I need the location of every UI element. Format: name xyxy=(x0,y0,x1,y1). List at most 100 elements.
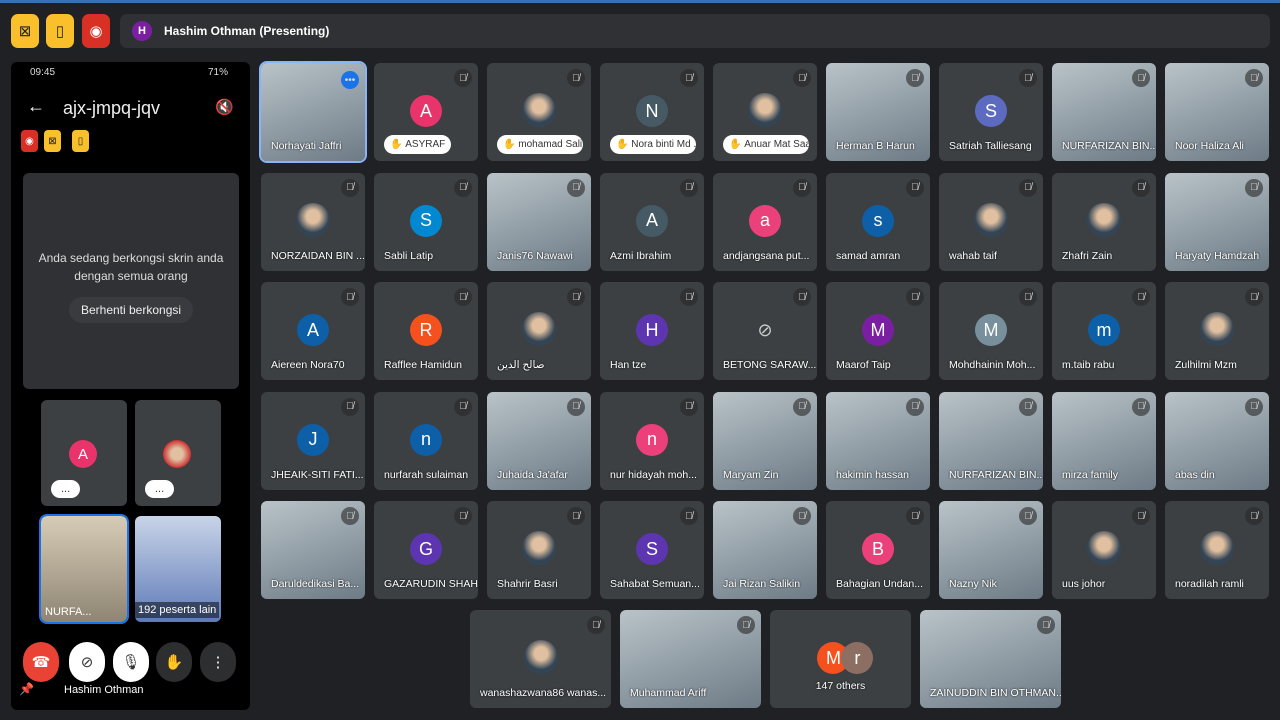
mic-off-icon: 🎙̸ xyxy=(1132,507,1150,525)
participant-tile[interactable]: 🎙̸ Herman B Harun xyxy=(826,63,930,161)
presenting-bar[interactable]: H Hashim Othman (Presenting) xyxy=(120,14,1270,48)
participant-tile[interactable]: 🎙̸ Jai Rizan Salikin xyxy=(713,501,817,599)
camera-off-icon: ⊘ xyxy=(757,319,773,340)
participant-name: Anuar Mat Saad xyxy=(744,139,809,150)
participant-name: Haryaty Hamdzah xyxy=(1175,249,1260,262)
participant-tile[interactable]: 🎙̸ Juhaida Ja'afar xyxy=(487,391,591,490)
avatar: R xyxy=(410,314,442,346)
participant-tile[interactable]: 🎙̸ Nazny Nik xyxy=(939,501,1043,599)
avatar xyxy=(163,440,191,468)
participant-tile[interactable]: 🎙̸ Haryaty Hamdzah xyxy=(1165,172,1269,271)
mic-off-icon: 🎙̸ xyxy=(1019,69,1037,87)
participant-tile[interactable]: H 🎙̸ Han tze xyxy=(600,282,704,380)
participant-name: ZAINUDDIN BIN OTHMAN... xyxy=(930,687,1061,699)
avatar: A xyxy=(69,440,97,468)
mic-off-icon: 🎙̸ xyxy=(1037,616,1055,634)
participant-tile[interactable]: A 🎙̸ Azmi Ibrahim xyxy=(600,172,704,271)
participant-tile[interactable]: s 🎙̸ samad amran xyxy=(826,172,930,271)
participant-name: Jai Rizan Salikin xyxy=(723,578,801,590)
participant-name: andjangsana put... xyxy=(723,249,810,262)
participant-tile[interactable]: n 🎙̸ nurfarah sulaiman xyxy=(374,391,478,490)
participant-tile[interactable]: 🎙̸ noradilah ramli xyxy=(1165,501,1269,599)
participant-tile[interactable]: S 🎙̸ Satriah Talliesang xyxy=(939,63,1043,161)
participant-tile[interactable]: a 🎙̸ andjangsana put... xyxy=(713,172,817,271)
participant-tile[interactable]: 🎙̸ Janis76 Nawawi xyxy=(487,172,591,271)
participant-tile[interactable]: ••• Norhayati Jaffri xyxy=(259,61,367,163)
participant-tile[interactable]: 🎙̸ NURFARIZAN BIN... xyxy=(939,391,1043,490)
participant-tile[interactable]: R 🎙̸ Rafflee Hamidun xyxy=(374,282,478,380)
participant-tile[interactable]: A 🎙̸ Aiereen Nora70 xyxy=(261,282,365,380)
participant-tile[interactable]: G 🎙̸ GAZARUDIN SHAH xyxy=(374,501,478,599)
tile-label: NURFA... xyxy=(45,606,92,618)
participant-name: wanashazwana86 wanas... xyxy=(480,687,607,699)
participant-name: Shahrir Basri xyxy=(497,578,558,590)
participant-name: mirza family xyxy=(1062,468,1119,481)
mic-off-icon: 🎙̸ xyxy=(1245,288,1263,306)
participant-name: Azmi Ibrahim xyxy=(610,249,672,262)
participant-tile[interactable]: N 🎙̸ ✋ Nora binti Md ... xyxy=(600,63,704,161)
participant-tile[interactable]: 🎙̸ uus johor xyxy=(1052,501,1156,599)
mic-off-icon: 🎙̸ xyxy=(680,178,698,197)
participant-tile[interactable]: 🎙̸ ✋ mohamad Sali... xyxy=(487,63,591,161)
participant-tile[interactable]: Mr 147 others xyxy=(770,610,911,708)
participant-tile[interactable]: J 🎙̸ JHEAIK-SITI FATI... xyxy=(261,391,365,490)
participant-tile[interactable]: S 🎙̸ Sabli Latip xyxy=(374,172,478,271)
participant-tile[interactable]: 🎙̸ Zulhilmi Mzm xyxy=(1165,282,1269,380)
participant-tile[interactable]: 🎙̸ ZAINUDDIN BIN OTHMAN... xyxy=(920,610,1061,708)
avatar: J xyxy=(297,423,329,456)
participant-tile[interactable]: 🎙̸ abas din xyxy=(1165,391,1269,490)
avatar xyxy=(522,531,556,565)
avatar: r xyxy=(841,642,874,674)
participant-tile[interactable]: 🎙̸ Zhafri Zain xyxy=(1052,172,1156,271)
participant-tile[interactable]: n 🎙̸ nur hidayah moh... xyxy=(600,391,704,490)
participant-tile[interactable]: m 🎙̸ m.taib rabu xyxy=(1052,282,1156,380)
participant-tile[interactable]: 🎙̸ صالح الدين xyxy=(487,282,591,380)
tile-label: ... xyxy=(51,480,81,498)
participant-tile[interactable]: 🎙̸ wahab taif xyxy=(939,172,1043,271)
tile-label: ... xyxy=(145,480,175,498)
mic-off-icon: 🎙̸ xyxy=(587,616,605,634)
participant-tile[interactable]: 🎙̸ ✋ Anuar Mat Saad xyxy=(713,63,817,161)
camera-off-icon: ⊘ xyxy=(69,642,105,682)
door-icon[interactable]: ▯ xyxy=(46,14,74,48)
no-screen-icon[interactable]: ⊠ xyxy=(11,14,39,48)
participant-tile[interactable]: 🎙̸ NORZAIDAN BIN ... xyxy=(261,172,365,271)
mic-off-icon: 🎙̸ xyxy=(1019,397,1037,416)
avatar: M xyxy=(862,314,894,346)
more-options-icon[interactable]: ••• xyxy=(341,71,359,89)
mic-off-icon: 🎙̸ xyxy=(567,178,585,197)
participant-tile[interactable]: 🎙̸ NURFARIZAN BIN... xyxy=(1052,63,1156,161)
participant-name: صالح الدين xyxy=(497,359,545,371)
participant-tile[interactable]: 🎙̸ Muhammad Ariff xyxy=(620,610,761,708)
participant-tile[interactable]: M 🎙̸ Maarof Taip xyxy=(826,282,930,380)
participant-tile[interactable]: B 🎙̸ Bahagian Undan... xyxy=(826,501,930,599)
participant-name: BETONG SARAW... xyxy=(723,359,817,371)
avatar xyxy=(1200,312,1234,346)
participant-tile[interactable]: 🎙̸ wanashazwana86 wanas... xyxy=(470,610,611,708)
mic-off-icon: 🎙̸ xyxy=(567,397,585,416)
participant-tile[interactable]: 🎙̸ Daruldedikasi Ba... xyxy=(261,501,365,599)
mic-off-icon: 🎙̸ xyxy=(793,288,811,306)
meeting-code: ajx-jmpq-jqv xyxy=(63,98,161,118)
pin-icon: 📌 xyxy=(19,682,34,696)
participant-tile[interactable]: ⊘ 🎙̸ BETONG SARAW... xyxy=(713,282,817,380)
avatar: S xyxy=(410,204,442,237)
participant-tile[interactable]: M 🎙̸ Mohdhainin Moh... xyxy=(939,282,1043,380)
participant-name: Han tze xyxy=(610,359,647,371)
mic-off-icon: 🎙̸ xyxy=(793,69,811,87)
participant-name: Zulhilmi Mzm xyxy=(1175,359,1237,371)
participant-tile[interactable]: 🎙̸ mirza family xyxy=(1052,391,1156,490)
avatar xyxy=(296,202,330,237)
participant-tile[interactable]: S 🎙̸ Sahabat Semuan... xyxy=(600,501,704,599)
participant-tile[interactable]: 🎙̸ Shahrir Basri xyxy=(487,501,591,599)
record-icon[interactable]: ◉ xyxy=(82,14,110,48)
avatar xyxy=(1087,531,1121,565)
avatar xyxy=(974,202,1008,237)
participant-tile[interactable]: 🎙̸ Noor Haliza Ali xyxy=(1165,63,1269,161)
mic-off-icon: 🎙̸ xyxy=(454,69,472,87)
participant-tile[interactable]: A 🎙̸ ✋ ASYRAF xyxy=(374,63,478,161)
avatar xyxy=(522,312,556,346)
participant-tile[interactable]: 🎙̸ hakimin hassan xyxy=(826,391,930,490)
participant-name: uus johor xyxy=(1062,578,1106,590)
participant-tile[interactable]: 🎙̸ Maryam Zin xyxy=(713,391,817,490)
